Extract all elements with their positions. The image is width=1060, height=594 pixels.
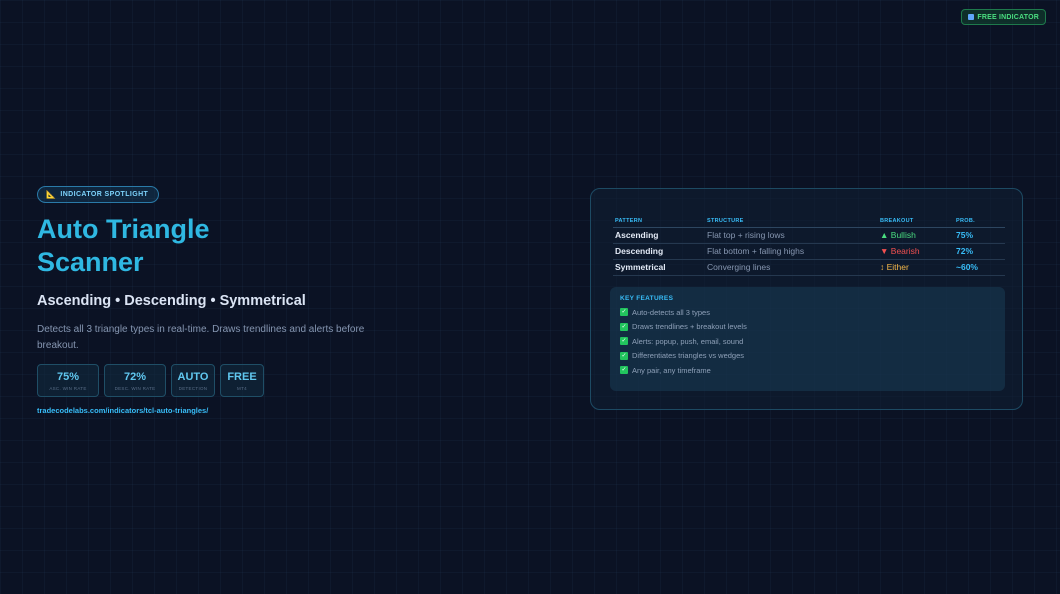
- feature-label: Alerts: popup, push, email, sound: [632, 336, 744, 346]
- page-title: Auto Triangle Scanner: [37, 213, 377, 279]
- prob-cell: ~60%: [954, 259, 1005, 276]
- checkmark-icon: ✓: [620, 366, 628, 375]
- column-header-structure: STRUCTURE: [705, 217, 878, 228]
- feature-item: ✓ Any pair, any timeframe: [620, 363, 995, 378]
- structure-cell: Flat bottom + falling highs: [705, 243, 878, 260]
- free-indicator-label: FREE INDICATOR: [977, 13, 1039, 21]
- feature-label: Differentiates triangles vs wedges: [632, 351, 745, 361]
- feature-item: ✓ Alerts: popup, push, email, sound: [620, 334, 995, 349]
- stat-label: DESC. WIN RATE: [114, 385, 156, 391]
- column-header-pattern: PATTERN: [613, 217, 705, 228]
- prob-cell: 72%: [954, 243, 1005, 260]
- structure-cell: Flat top + rising lows: [705, 227, 878, 244]
- key-features-heading: KEY FEATURES: [620, 295, 674, 302]
- free-indicator-badge: FREE INDICATOR: [961, 9, 1046, 25]
- stat-value: AUTO: [177, 370, 209, 383]
- structure-cell: Converging lines: [705, 259, 878, 276]
- stat-value: 75%: [56, 370, 80, 383]
- checkmark-icon: ✓: [620, 308, 628, 317]
- table-row: Ascending Flat top + rising lows ▲ Bulli…: [613, 227, 1005, 244]
- breakout-cell: ↕ Either: [878, 259, 954, 276]
- stat-value: FREE: [227, 370, 257, 383]
- description: Detects all 3 triangle types in real-tim…: [37, 324, 365, 351]
- table-header-row: PATTERN STRUCTURE BREAKOUT PROB.: [613, 217, 1005, 228]
- feature-item: ✓ Auto-detects all 3 types: [620, 305, 995, 320]
- table-row: Descending Flat bottom + falling highs ▼…: [613, 243, 1005, 260]
- breakout-cell: ▲ Bullish: [878, 227, 954, 244]
- stat-label: DETECTION: [178, 385, 208, 391]
- stat-desc-win-rate: 72% DESC. WIN RATE: [104, 364, 166, 397]
- pattern-cell: Symmetrical: [613, 259, 705, 276]
- feature-label: Draws trendlines + breakout levels: [632, 322, 747, 332]
- checkmark-icon: ✓: [620, 322, 628, 331]
- stat-detection: AUTO DETECTION: [171, 364, 215, 397]
- title-line-1: Auto Triangle: [37, 214, 210, 244]
- stat-value: 72%: [123, 370, 147, 383]
- checkmark-icon: ✓: [620, 351, 628, 360]
- stat-label: MT4: [237, 385, 247, 391]
- spotlight-label: INDICATOR SPOTLIGHT: [60, 191, 149, 198]
- title-line-2: Scanner: [37, 247, 144, 277]
- table-row: Symmetrical Converging lines ↕ Either ~6…: [613, 259, 1005, 276]
- prob-cell: 75%: [954, 227, 1005, 244]
- feature-item: ✓ Differentiates triangles vs wedges: [620, 349, 995, 364]
- subtitle: Ascending • Descending • Symmetrical: [37, 293, 306, 309]
- indicator-icon: [968, 14, 975, 20]
- triangle-ruler-icon: 📐: [46, 190, 57, 199]
- stats-row: 75% ASC. WIN RATE 72% DESC. WIN RATE AUT…: [37, 364, 377, 397]
- key-features-panel: KEY FEATURES ✓ Auto-detects all 3 types …: [610, 287, 1005, 391]
- pattern-cell: Descending: [613, 243, 705, 260]
- stat-platform: FREE MT4: [220, 364, 264, 397]
- pattern-table: PATTERN STRUCTURE BREAKOUT PROB. Ascendi…: [613, 217, 1005, 276]
- feature-item: ✓ Draws trendlines + breakout levels: [620, 320, 995, 335]
- column-header-prob: PROB.: [954, 217, 1005, 228]
- hero-section: 📐 INDICATOR SPOTLIGHT Auto Triangle Scan…: [37, 184, 377, 415]
- feature-label: Auto-detects all 3 types: [632, 307, 710, 317]
- spotlight-pill: 📐 INDICATOR SPOTLIGHT: [37, 186, 160, 203]
- stat-asc-win-rate: 75% ASC. WIN RATE: [37, 364, 99, 397]
- stat-label: ASC. WIN RATE: [49, 385, 87, 391]
- pattern-card: PATTERN STRUCTURE BREAKOUT PROB. Ascendi…: [590, 188, 1023, 410]
- indicator-link[interactable]: tradecodelabs.com/indicators/tcl-auto-tr…: [37, 406, 377, 415]
- pattern-cell: Ascending: [613, 227, 705, 244]
- checkmark-icon: ✓: [620, 337, 628, 346]
- breakout-cell: ▼ Bearish: [878, 243, 954, 260]
- column-header-breakout: BREAKOUT: [878, 217, 954, 228]
- feature-label: Any pair, any timeframe: [632, 365, 711, 375]
